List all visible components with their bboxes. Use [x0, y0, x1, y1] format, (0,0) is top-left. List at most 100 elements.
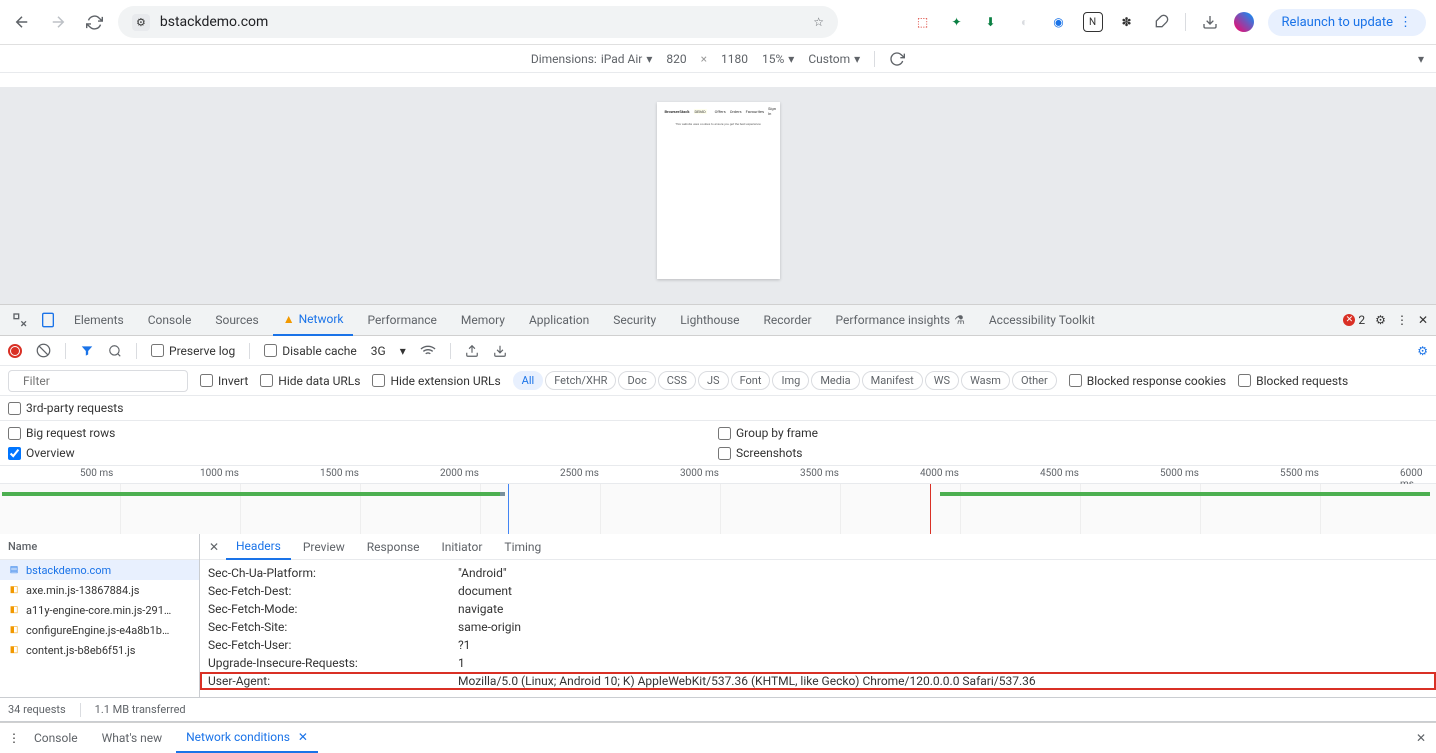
address-bar[interactable]: ⚙ bstackdemo.com ☆ — [118, 6, 838, 38]
pill-media[interactable]: Media — [811, 371, 859, 390]
extension-icon-7[interactable]: ✽ — [1117, 12, 1137, 32]
tab-security[interactable]: Security — [603, 304, 666, 336]
headers-body[interactable]: Sec-Ch-Ua-Platform:"Android" Sec-Fetch-D… — [200, 560, 1436, 697]
request-row[interactable]: ◧content.js-b8eb6f51.js — [0, 640, 199, 660]
filter-text-input[interactable] — [23, 374, 179, 388]
device-mode-icon[interactable] — [36, 308, 60, 332]
drawer-tab-network-conditions[interactable]: Network conditions✕ — [176, 723, 318, 753]
disable-cache-checkbox[interactable]: Disable cache — [264, 344, 357, 358]
dimensions-selector[interactable]: Dimensions: iPad Air ▾ — [531, 52, 653, 66]
settings-gear-icon[interactable]: ⚙ — [1375, 313, 1386, 327]
device-frame[interactable]: BrowserStackDEMOOffersOrdersFavouritesSi… — [657, 102, 780, 279]
detail-tab-headers[interactable]: Headers — [226, 534, 291, 560]
detail-tab-preview[interactable]: Preview — [293, 534, 355, 560]
request-row[interactable]: ◧a11y-engine-core.min.js-291… — [0, 600, 199, 620]
wifi-icon[interactable] — [420, 343, 436, 359]
request-row[interactable]: ◧axe.min.js-13867884.js — [0, 580, 199, 600]
downloads-icon[interactable] — [1200, 12, 1220, 32]
throttling-select[interactable]: 3G — [371, 344, 386, 358]
third-party-checkbox[interactable]: 3rd-party requests — [8, 401, 1428, 415]
relaunch-button[interactable]: Relaunch to update⋮ — [1268, 9, 1426, 36]
profile-avatar[interactable] — [1234, 12, 1254, 32]
drawer-menu-icon[interactable]: ⋮ — [8, 731, 20, 745]
extension-icon-1[interactable]: ⬚ — [913, 12, 933, 32]
filter-input[interactable] — [8, 370, 188, 392]
device-width[interactable]: 820 — [666, 52, 686, 66]
invert-checkbox[interactable]: Invert — [200, 374, 248, 388]
extension-icon-5[interactable]: ◉ — [1049, 12, 1069, 32]
detail-tab-initiator[interactable]: Initiator — [432, 534, 493, 560]
tab-network[interactable]: ▲Network — [273, 304, 354, 336]
close-devtools-icon[interactable]: ✕ — [1418, 313, 1428, 327]
detail-tab-response[interactable]: Response — [357, 534, 430, 560]
drawer-tab-whatsnew[interactable]: What's new — [92, 723, 173, 753]
tab-memory[interactable]: Memory — [451, 304, 515, 336]
pill-img[interactable]: Img — [772, 371, 809, 390]
pill-other[interactable]: Other — [1012, 371, 1057, 390]
filter-toggle-icon[interactable] — [80, 344, 94, 358]
back-button[interactable] — [10, 10, 34, 34]
tab-accessibility[interactable]: Accessibility Toolkit — [979, 304, 1105, 336]
site-controls-icon[interactable]: ⚙ — [132, 14, 150, 31]
extension-icon-6[interactable]: N — [1083, 12, 1103, 32]
device-menu-icon[interactable]: ▾ — [1418, 52, 1424, 66]
pill-all[interactable]: All — [513, 371, 544, 390]
tab-lighthouse[interactable]: Lighthouse — [670, 304, 749, 336]
timeline-overview[interactable]: 500 ms 1000 ms 1500 ms 2000 ms 2500 ms 3… — [0, 466, 1436, 534]
pill-manifest[interactable]: Manifest — [862, 371, 923, 390]
preserve-log-checkbox[interactable]: Preserve log — [151, 344, 235, 358]
rotate-icon[interactable] — [889, 51, 905, 67]
device-height[interactable]: 1180 — [721, 52, 748, 66]
request-row[interactable]: ▤bstackdemo.com — [0, 560, 199, 580]
blocked-cookies-checkbox[interactable]: Blocked response cookies — [1069, 374, 1226, 388]
drawer-tab-console[interactable]: Console — [24, 723, 88, 753]
reload-button[interactable] — [82, 10, 106, 34]
zoom-selector[interactable]: 15% ▾ — [762, 52, 794, 66]
pill-fetch[interactable]: Fetch/XHR — [545, 371, 616, 390]
group-frame-checkbox[interactable]: Group by frame — [718, 426, 1428, 440]
search-icon[interactable] — [108, 344, 122, 358]
hide-data-urls-checkbox[interactable]: Hide data URLs — [260, 374, 360, 388]
more-menu-icon[interactable]: ⋮ — [1396, 313, 1408, 327]
record-button[interactable] — [8, 344, 22, 358]
throttle-custom-selector[interactable]: Custom ▾ — [808, 52, 860, 66]
network-settings-icon[interactable]: ⚙ — [1417, 344, 1428, 358]
pill-css[interactable]: CSS — [658, 371, 696, 390]
screenshots-checkbox[interactable]: Screenshots — [718, 446, 1428, 460]
big-rows-checkbox[interactable]: Big request rows — [8, 426, 718, 440]
download-har-icon[interactable] — [493, 344, 507, 358]
request-row[interactable]: ◧configureEngine.js-e4a8b1b… — [0, 620, 199, 640]
extension-icon-3[interactable]: ⬇ — [981, 12, 1001, 32]
tab-recorder[interactable]: Recorder — [754, 304, 822, 336]
error-badge[interactable]: ✕2 — [1343, 313, 1365, 327]
overview-checkbox[interactable]: Overview — [8, 446, 718, 460]
upload-har-icon[interactable] — [465, 344, 479, 358]
tab-sources[interactable]: Sources — [205, 304, 268, 336]
bookmark-star-icon[interactable]: ☆ — [813, 15, 824, 29]
pill-doc[interactable]: Doc — [618, 371, 655, 390]
detail-tab-timing[interactable]: Timing — [494, 534, 551, 560]
tab-elements[interactable]: Elements — [64, 304, 134, 336]
close-tab-icon[interactable]: ✕ — [298, 730, 308, 744]
clear-button[interactable] — [36, 343, 51, 358]
pill-wasm[interactable]: Wasm — [961, 371, 1010, 390]
inspect-element-icon[interactable] — [8, 308, 32, 332]
tab-application[interactable]: Application — [519, 304, 599, 336]
pill-font[interactable]: Font — [731, 371, 771, 390]
pill-js[interactable]: JS — [698, 371, 729, 390]
close-detail-icon[interactable]: ✕ — [204, 540, 224, 554]
tab-performance-insights[interactable]: Performance insights ⚗ — [826, 304, 975, 336]
timeline-tick: 2500 ms — [560, 468, 599, 479]
tab-performance[interactable]: Performance — [357, 304, 446, 336]
extension-icon-2[interactable]: ✦ — [947, 12, 967, 32]
blocked-requests-checkbox[interactable]: Blocked requests — [1238, 374, 1348, 388]
throttling-chevron-icon[interactable]: ▾ — [400, 344, 406, 358]
list-header-name[interactable]: Name — [0, 534, 199, 560]
extensions-menu-icon[interactable] — [1151, 12, 1171, 32]
tab-console[interactable]: Console — [138, 304, 202, 336]
forward-button[interactable] — [46, 10, 70, 34]
drawer-close-icon[interactable]: ✕ — [1416, 731, 1426, 745]
pill-ws[interactable]: WS — [925, 371, 959, 390]
extension-icon-4[interactable]: ◐ — [1015, 12, 1035, 32]
hide-extension-urls-checkbox[interactable]: Hide extension URLs — [372, 374, 500, 388]
